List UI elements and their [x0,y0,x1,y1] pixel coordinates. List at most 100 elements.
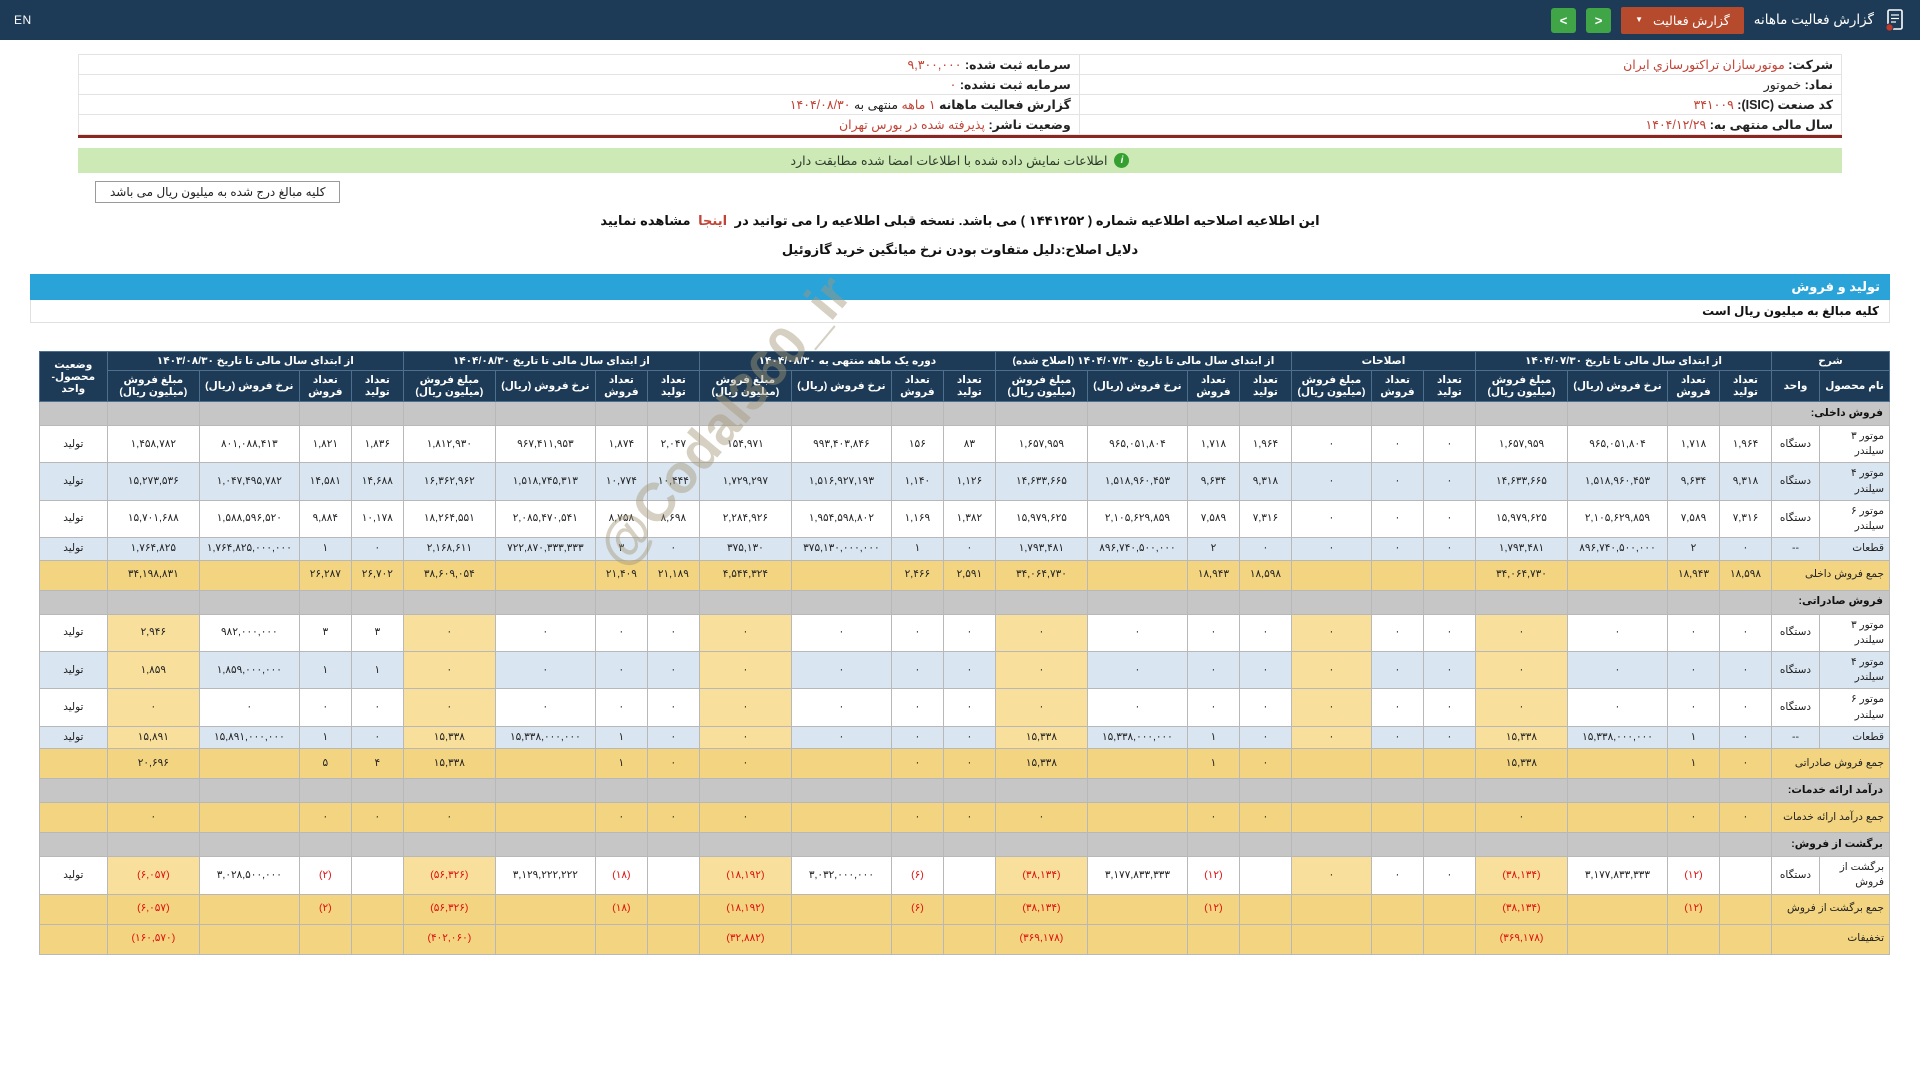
column-header: تعداد فروش [594,370,648,402]
production-table-wrap: شرح از ابتدای سال مالی تا تاریخ ۱۴۰۴/۰۷/۳… [30,351,1890,955]
column-header: نرخ فروش (ریال) [1086,370,1188,402]
empty-cell [298,778,352,804]
value-cell [1567,802,1668,834]
value-cell: ۱ [298,725,352,750]
value-cell: ۱,۹۵۴,۵۹۸,۸۰۲ [790,499,892,539]
status-cell: تولید [38,424,108,464]
value-cell: ۸۹۶,۷۴۰,۵۰۰,۰۰۰ [1567,537,1668,561]
empty-cell [594,832,648,858]
unit-cell: دستگاه [1771,462,1820,501]
value-cell: ۹,۶۳۴ [1667,462,1720,501]
value-cell: ۱ [1186,748,1240,780]
value-cell: ۳۸,۶۰۹,۰۵۴ [402,559,496,591]
value-cell: ۵ [298,748,352,780]
value-cell: ۱,۴۵۸,۷۸۲ [106,424,200,464]
value-cell [1086,748,1188,780]
empty-cell [1719,778,1772,804]
prev-report-button[interactable]: < [1586,7,1612,33]
report-document-icon [1884,8,1906,32]
signature-confirmation-text: اطلاعات نمایش داده شده با اطلاعات امضا ش… [790,154,1108,168]
empty-cell [646,832,700,858]
value-cell: ۰ [1086,688,1188,727]
value-cell: ۱ [1667,748,1720,780]
value-cell [1422,559,1476,591]
value-cell: ۰ [298,688,352,727]
value-cell [594,923,648,955]
empty-cell [402,832,496,858]
value-cell: ۱,۸۱۲,۹۳۰ [402,424,496,464]
value-cell: ۰ [1422,613,1476,652]
column-header: نرخ فروش (ریال) [1567,370,1668,402]
value-cell: ۰ [494,650,596,690]
value-cell: ۰ [646,725,700,750]
value-cell: ۲ [1186,537,1240,561]
language-toggle[interactable]: EN [14,13,32,27]
empty-cell [1667,832,1720,858]
value-cell: ۱۵,۲۷۳,۵۳۶ [106,462,200,501]
value-cell: ۱۵,۸۹۱,۰۰۰,۰۰۰ [198,725,300,750]
unit-cell: دستگاه [1771,424,1820,464]
registered-capital-label: سرمایه ثبت شده: [964,58,1071,72]
info-row: شرکت: موتورسازان تراکتورسازي ایران سرمای… [78,54,1843,75]
empty-cell [594,401,648,426]
next-report-button[interactable]: > [1551,7,1577,33]
signature-confirmation-bar: i اطلاعات نمایش داده شده با اطلاعات امضا… [78,148,1842,173]
report-type-dropdown[interactable]: گزارش فعالیت ▼ [1621,6,1744,34]
value-cell [350,923,404,955]
empty-cell [1238,832,1292,858]
value-cell: ۲,۴۶۶ [890,559,944,591]
value-cell: ۱۵,۷۰۱,۶۸۸ [106,499,200,539]
amounts-note-row: کلیه مبالغ به میلیون ریال است [30,300,1890,323]
value-cell: (۵۶,۳۲۶) [402,893,496,925]
value-cell [790,923,892,955]
value-cell [1370,802,1424,834]
empty-cell [1290,589,1372,615]
value-cell [1238,923,1292,955]
previous-version-link[interactable]: اینجا [698,213,727,228]
value-cell: ۱۵,۳۳۸,۰۰۰,۰۰۰ [1086,725,1188,750]
status-cell [38,802,108,834]
value-cell [790,893,892,925]
product-name-cell: موتور ۴ سیلندر [1819,462,1890,501]
value-cell: ۰ [1719,650,1772,690]
empty-cell [942,589,996,615]
value-cell: ۰ [790,725,892,750]
company-label: شرکت: [1788,58,1833,72]
value-cell [1567,893,1668,925]
report-period-cell: گزارش فعالیت ماهانه ۱ ماهه منتهی به ۱۴۰۴… [78,94,1080,115]
empty-cell [890,401,944,426]
value-cell: ۰ [1567,688,1668,727]
value-cell: ۰ [298,802,352,834]
section-label-cell: فروش داخلی: [1771,401,1890,426]
value-cell: ۰ [1422,462,1476,501]
value-cell [198,923,300,955]
column-group-header: وضعیت محصول-واحد [38,351,108,402]
amounts-unit-box: کلیه مبالغ درج شده به میلیون ریال می باش… [78,181,1842,203]
amendment-reason: دلایل اصلاح:دلیل متفاوت بودن نرخ میانگین… [781,242,1139,257]
value-cell: ۰ [790,688,892,727]
unit-cell: -- [1771,725,1820,750]
chevron-down-icon: ▼ [1635,15,1643,24]
empty-cell [198,401,300,426]
value-cell: ۷۲۲,۸۷۰,۳۳۳,۳۳۳ [494,537,596,561]
value-cell: (۴۰۲,۰۶۰) [402,923,496,955]
empty-cell [1422,401,1476,426]
empty-cell [790,589,892,615]
value-cell: ۰ [494,688,596,727]
value-cell: ۹۶۵,۰۵۱,۸۰۴ [1086,424,1188,464]
empty-cell [1186,401,1240,426]
value-cell: ۱۵,۳۳۸ [994,725,1088,750]
empty-cell [790,401,892,426]
value-cell: ۰ [1290,688,1372,727]
report-period-value: ۱ ماهه [901,98,936,112]
value-cell: ۰ [1238,537,1292,561]
value-cell: ۳ [298,613,352,652]
value-cell: ۲۶,۲۸۷ [298,559,352,591]
value-cell [198,748,300,780]
company-link[interactable]: موتورسازان تراکتورسازي ایران [1623,58,1785,72]
empty-cell [890,832,944,858]
value-cell: ۰ [1474,688,1569,727]
status-cell: تولید [38,462,108,501]
value-cell: ۱,۷۹۳,۴۸۱ [994,537,1088,561]
empty-cell [1719,832,1772,858]
